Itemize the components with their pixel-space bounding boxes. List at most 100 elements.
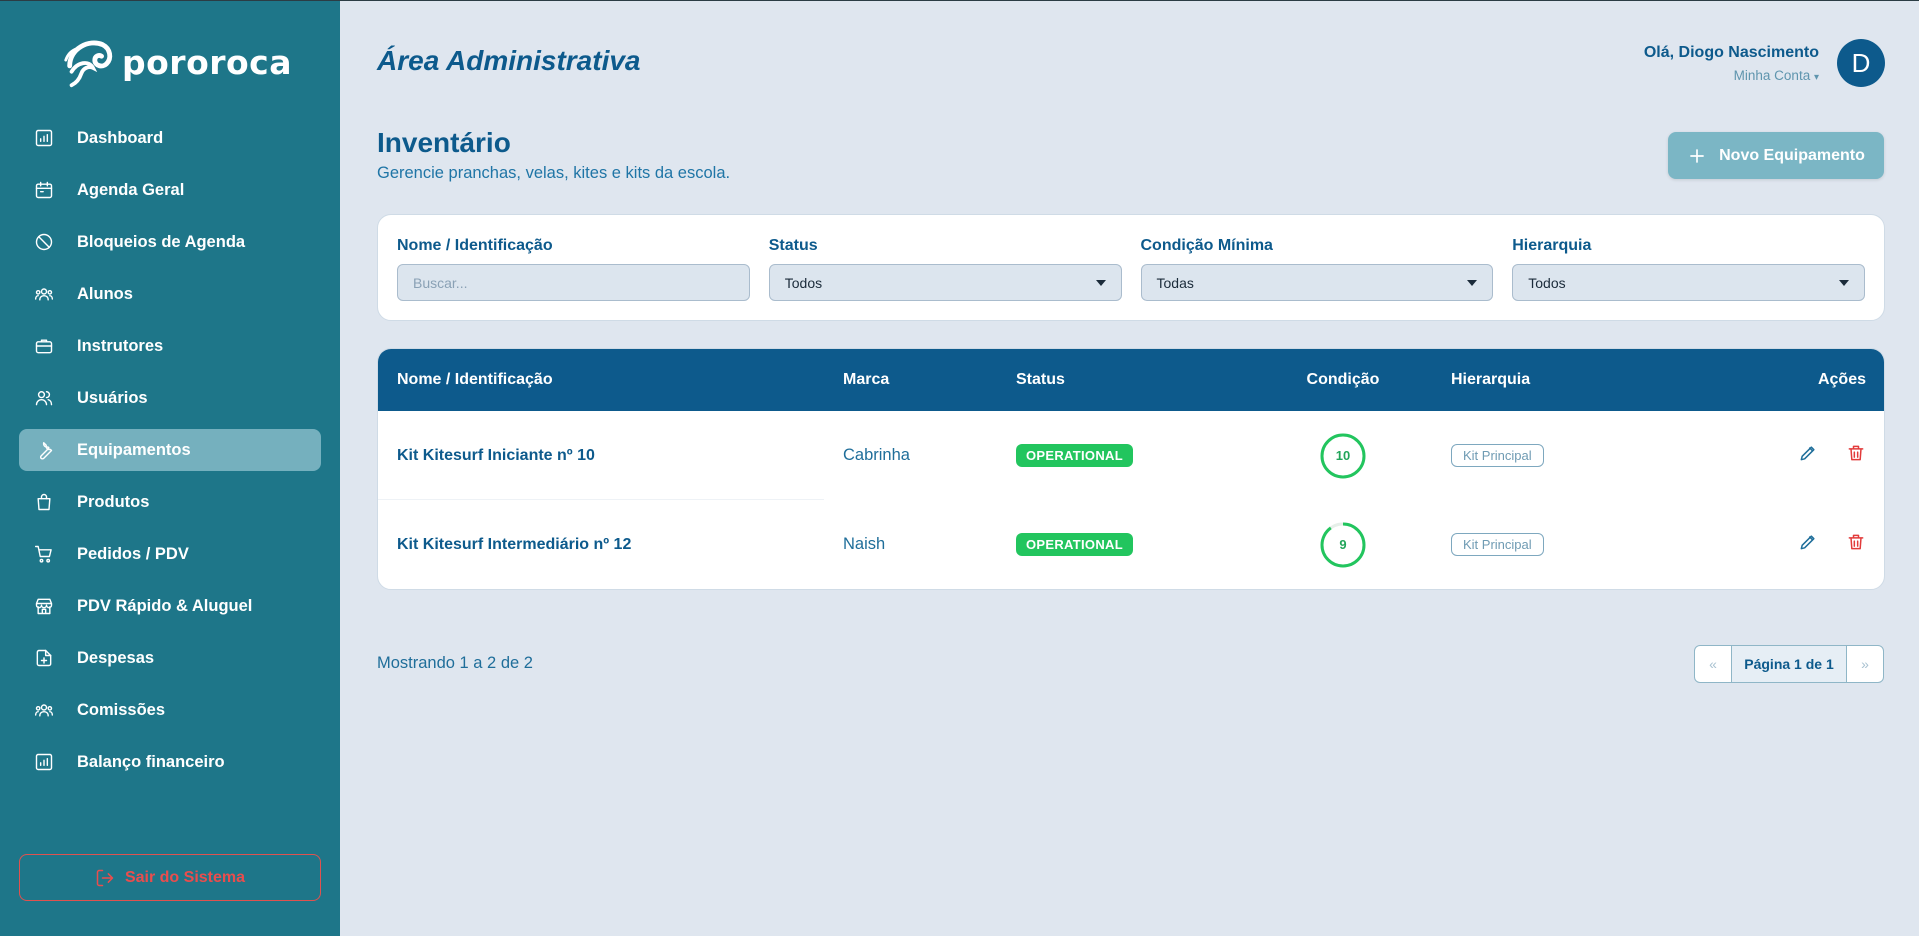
logout-icon [96,869,114,886]
sidebar-item-label: Pedidos / PDV [77,544,189,563]
new-equipment-button[interactable]: Novo Equipamento [1668,132,1884,179]
shopping-bag-icon [33,491,55,513]
main-content: Área Administrativa Olá, Diogo Nasciment… [340,0,1919,936]
user-info: Olá, Diogo Nascimento Minha Conta ▾ [1644,44,1819,83]
status-badge: OPERATIONAL [1016,532,1133,556]
column-header-status[interactable]: Status [1016,371,1065,389]
equipment-brand: Cabrinha [843,446,910,464]
account-link[interactable]: Minha Conta ▾ [1644,68,1819,83]
sidebar-nav: Dashboard Agenda Geral Bloqueios de Agen… [19,117,321,793]
ban-icon [33,231,55,253]
sidebar-item-label: Produtos [77,492,150,511]
sidebar-item-bloqueios[interactable]: Bloqueios de Agenda [19,221,321,263]
sidebar-item-equipamentos[interactable]: Equipamentos [19,429,321,471]
filter-label: Nome / Identificação [397,237,553,254]
condition-gauge: 9 [1319,521,1367,569]
logout-button[interactable]: Sair do Sistema [19,854,321,901]
filter-label: Hierarquia [1512,237,1592,254]
sidebar-item-label: Instrutores [77,336,164,355]
calendar-icon [33,179,55,201]
sidebar-item-dashboard[interactable]: Dashboard [19,117,321,159]
brand-name: pororoca [122,42,293,82]
status-badge: OPERATIONAL [1016,443,1133,467]
cart-icon [33,543,55,565]
wave-logo-icon [64,40,113,88]
caret-down-icon [1467,279,1478,286]
trash-icon [1848,534,1864,550]
equipment-name[interactable]: Kit Kitesurf Intermediário nº 12 [397,536,631,554]
condition-gauge: 10 [1319,432,1367,480]
caret-down-icon [1839,279,1849,286]
caret-down-icon [1095,279,1106,286]
table-header: Nome / Identificação Marca Status Condiç… [378,349,1884,411]
avatar[interactable]: D [1837,39,1885,87]
page-subtitle: Gerencie pranchas, velas, kites e kits d… [377,164,731,182]
filter-panel: Nome / Identificação Buscar... Status To… [377,214,1885,321]
user-menu[interactable]: Olá, Diogo Nascimento Minha Conta ▾ D [1644,39,1885,87]
logout-label: Sair do Sistema [124,868,246,886]
prev-page-button[interactable]: « [1695,646,1731,682]
table-row[interactable]: Kit Kitesurf Intermediário nº 12 Naish O… [378,500,1884,589]
new-equipment-label: Novo Equipamento [1719,146,1865,164]
status-select[interactable]: Todos [768,264,1122,301]
edit-button[interactable] [1798,532,1818,557]
search-input[interactable]: Buscar... [397,264,750,301]
user-greeting: Olá, Diogo Nascimento [1643,43,1819,61]
column-header-brand[interactable]: Marca [843,371,889,389]
condition-value: 9 [1339,537,1347,552]
briefcase-icon [33,335,55,357]
bar-chart-icon [33,127,55,149]
sidebar-item-label: Despesas [77,648,155,667]
sidebar-item-usuarios[interactable]: Usuários [19,377,321,419]
bar-chart-icon [33,751,55,773]
condition-select[interactable]: Todas [1140,264,1494,301]
table-row[interactable]: Kit Kitesurf Iniciante nº 10 Cabrinha OP… [378,411,1884,500]
users-icon [33,387,55,409]
account-label: Minha Conta [1733,67,1811,83]
sidebar-item-balanco[interactable]: Balanço financeiro [19,741,321,783]
sidebar-item-label: Equipamentos [77,440,191,459]
sidebar-item-agenda-geral[interactable]: Agenda Geral [19,169,321,211]
brand-logo[interactable]: pororoca [60,33,292,91]
users-group-icon [33,699,55,721]
sidebar-item-produtos[interactable]: Produtos [19,481,321,523]
filter-condition: Condição Mínima Todas [1140,237,1494,320]
sidebar-item-pedidos[interactable]: Pedidos / PDV [19,533,321,575]
pencil-icon [1800,446,1815,461]
delete-button[interactable] [1846,532,1866,557]
wrench-icon [33,439,55,461]
sidebar-item-despesas[interactable]: Despesas [19,637,321,679]
equipment-name[interactable]: Kit Kitesurf Iniciante nº 10 [397,447,595,465]
store-icon [33,595,55,617]
trash-icon [1848,445,1864,461]
sidebar-item-comissoes[interactable]: Comissões [19,689,321,731]
area-title: Área Administrativa [377,45,641,76]
page-title: Inventário [377,127,511,158]
column-header-name[interactable]: Nome / Identificação [397,371,553,389]
users-group-icon [33,283,55,305]
filter-status: Status Todos [768,237,1122,320]
equipment-brand: Naish [843,535,886,553]
sidebar-item-label: Agenda Geral [77,180,185,199]
hierarchy-select-value: Todos [1528,274,1566,291]
sidebar-item-label: Comissões [77,700,166,719]
delete-button[interactable] [1846,443,1866,468]
column-header-condition[interactable]: Condição [1283,371,1403,389]
sidebar-item-label: Dashboard [77,128,164,147]
condition-value: 10 [1335,448,1351,463]
sidebar-item-label: Alunos [77,284,133,303]
sidebar-item-instrutores[interactable]: Instrutores [19,325,321,367]
next-page-button[interactable]: » [1847,646,1883,682]
condition-select-value: Todas [1156,274,1194,291]
file-plus-icon [33,647,55,669]
hierarchy-select[interactable]: Todos [1512,264,1865,301]
sidebar-item-alunos[interactable]: Alunos [19,273,321,315]
page-indicator: Página 1 de 1 [1731,646,1847,682]
sidebar-item-label: PDV Rápido & Aluguel [77,596,253,615]
results-count: Mostrando 1 a 2 de 2 [377,654,533,672]
column-header-hierarchy[interactable]: Hierarquia [1451,371,1530,389]
sidebar-item-pdv-rapido[interactable]: PDV Rápido & Aluguel [19,585,321,627]
edit-button[interactable] [1798,443,1818,468]
sidebar: pororoca Dashboard Agenda Geral Bloqueio… [0,0,340,936]
chevron-down-icon: ▾ [1813,71,1819,83]
